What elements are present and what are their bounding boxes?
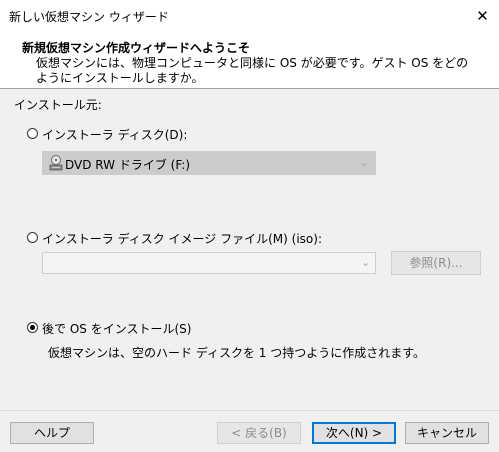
install-later-radio[interactable] [27,322,38,333]
cancel-button[interactable]: キャンセル [405,422,489,444]
iso-image-radio[interactable] [27,232,38,243]
installer-disc-radio[interactable] [27,128,38,139]
header-title: 新規仮想マシン作成ウィザードへようこそ [22,41,251,55]
wizard-header: 新規仮想マシン作成ウィザードへようこそ 仮想マシンには、物理コンピュータと同様に… [0,32,499,89]
iso-image-label[interactable]: インストーラ ディスク イメージ ファイル(M) (iso): [42,230,322,247]
disc-drive-icon [49,155,63,171]
footer-divider [0,410,499,411]
chevron-down-icon: ⌄ [359,156,369,169]
close-button[interactable]: ✕ [466,0,499,32]
disc-drive-value: DVD RW ドライブ (F:) [65,158,191,172]
chevron-down-icon: ⌄ [361,256,371,269]
window-title: 新しい仮想マシン ウィザード [9,10,169,24]
installer-disc-label[interactable]: インストーラ ディスク(D): [42,126,187,143]
radio-selected-dot [30,325,35,330]
install-later-label[interactable]: 後で OS をインストール(S) [42,320,191,337]
disc-drive-select[interactable]: DVD RW ドライブ (F:) ⌄ [42,151,376,175]
install-later-description: 仮想マシンは、空のハード ディスクを 1 つ持つように作成されます。 [48,346,426,360]
browse-button[interactable]: 参照(R)... [391,251,481,275]
iso-path-combo[interactable]: ⌄ [42,252,376,274]
back-button[interactable]: < 戻る(B) [217,422,301,444]
help-button[interactable]: ヘルプ [10,422,94,444]
header-description: 仮想マシンには、物理コンピュータと同様に OS が必要です。ゲスト OS をどの… [36,56,469,85]
next-button[interactable]: 次へ(N) > [312,422,396,444]
install-source-label: インストール元: [14,98,102,112]
